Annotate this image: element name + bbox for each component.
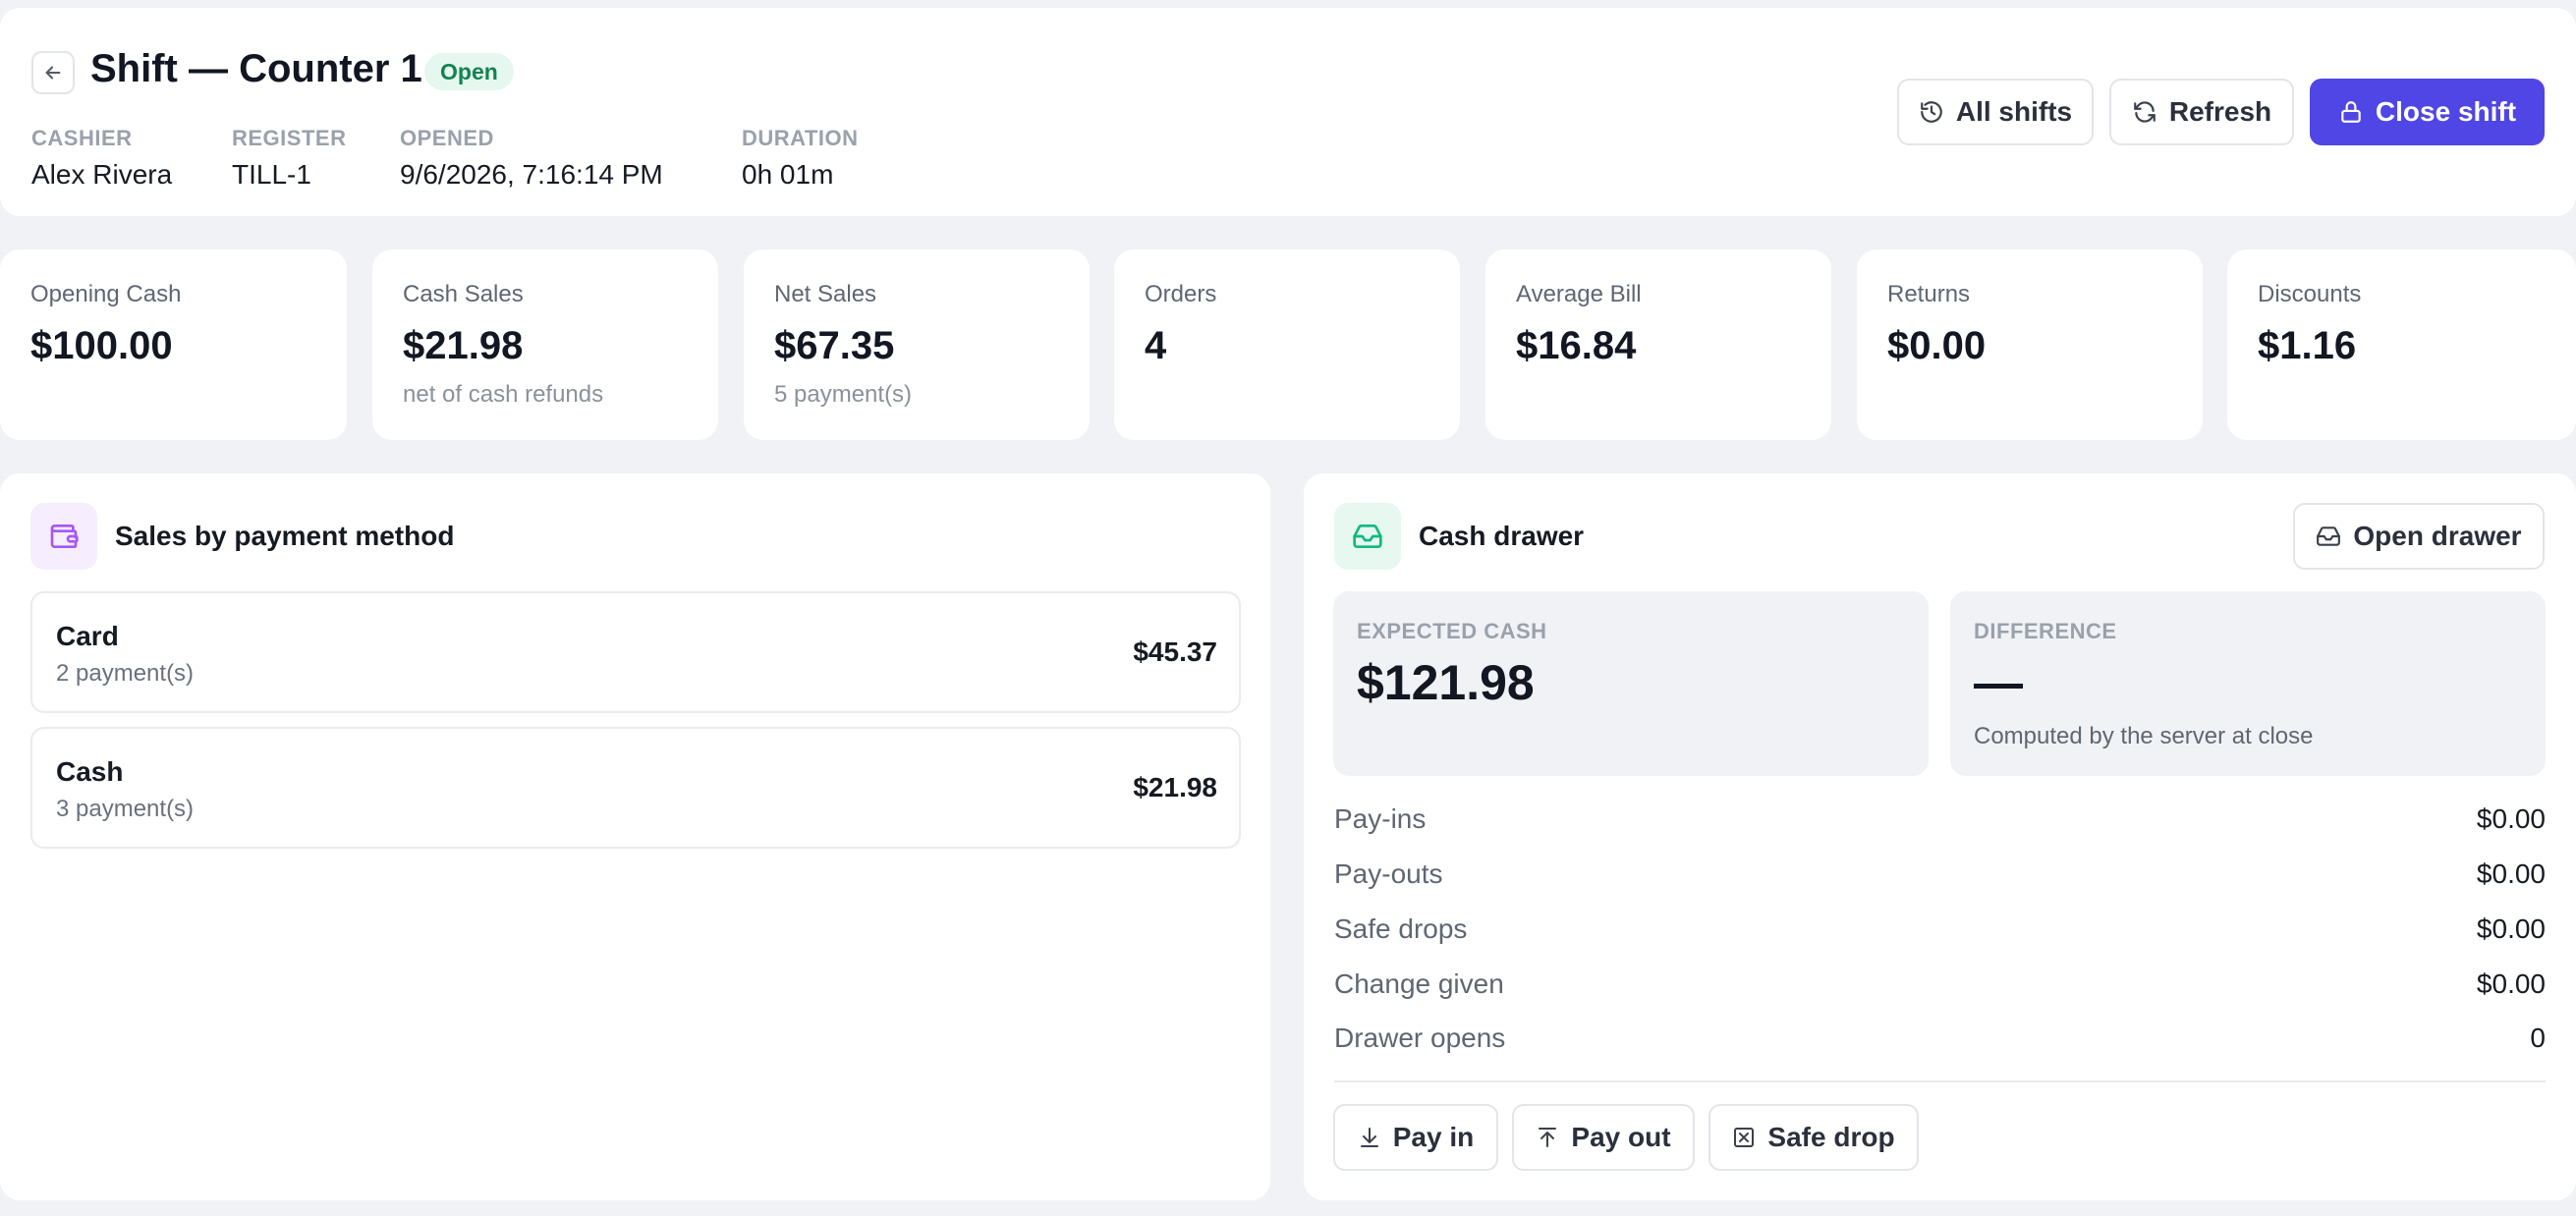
- payments-panel-title: Sales by payment method: [115, 521, 455, 551]
- payments-panel: Sales by payment method Card 2 payment(s…: [0, 473, 1270, 1200]
- stat-card-net-sales: Net Sales $67.35 5 payment(s): [744, 249, 1090, 440]
- stat-label: Discounts: [2258, 281, 2362, 307]
- refresh-button[interactable]: Refresh: [2109, 79, 2294, 145]
- meta-value: Alex Rivera: [31, 159, 173, 190]
- drawer-line-safe-drops: Safe drops $0.00: [1334, 910, 2546, 949]
- close-shift-button[interactable]: Close shift: [2310, 79, 2545, 145]
- payment-method-name: Cash: [56, 756, 124, 787]
- refresh-icon: [2132, 99, 2157, 125]
- pay-out-button[interactable]: Pay out: [1512, 1104, 1695, 1171]
- all-shifts-button[interactable]: All shifts: [1897, 79, 2094, 145]
- stat-label: Cash Sales: [403, 281, 524, 307]
- stat-card-orders: Orders 4: [1114, 249, 1460, 440]
- stat-label: Opening Cash: [30, 281, 182, 307]
- meta-label: CASHIER: [31, 126, 133, 150]
- all-shifts-label: All shifts: [1955, 96, 2073, 127]
- meta-label: REGISTER: [232, 126, 347, 150]
- stat-subtext: 5 payment(s): [774, 381, 913, 408]
- drawer-line-value: $0.00: [2476, 803, 2546, 834]
- stat-label: Net Sales: [774, 281, 877, 307]
- inbox-icon: [2316, 524, 2341, 549]
- meta-register: REGISTER TILL-1: [232, 126, 346, 191]
- difference-note: Computed by the server at close: [1974, 723, 2314, 749]
- upload-icon: [1536, 1126, 1559, 1149]
- drawer-line-value: $0.00: [2476, 913, 2546, 944]
- drawer-line-label: Pay-outs: [1334, 858, 1443, 889]
- expected-cash-box: EXPECTED CASH $121.98: [1333, 591, 1929, 776]
- pay-in-label: Pay in: [1392, 1122, 1475, 1152]
- drawer-line-label: Safe drops: [1334, 913, 1468, 944]
- x-box-icon: [1732, 1126, 1756, 1149]
- stat-label: Orders: [1145, 281, 1217, 307]
- download-icon: [1358, 1126, 1381, 1149]
- payment-method-amount: $21.98: [1133, 772, 1217, 802]
- stat-label: Average Bill: [1516, 281, 1642, 307]
- lock-icon: [2338, 99, 2364, 125]
- meta-duration: DURATION 0h 01m: [742, 126, 858, 191]
- stat-value: $0.00: [1887, 324, 1987, 367]
- pay-out-label: Pay out: [1571, 1122, 1671, 1152]
- expected-cash-label: EXPECTED CASH: [1357, 619, 1547, 643]
- safe-drop-label: Safe drop: [1767, 1122, 1895, 1152]
- stat-value: $67.35: [774, 324, 895, 367]
- back-button[interactable]: [31, 51, 75, 94]
- divider: [1334, 1080, 2546, 1082]
- stat-value: $1.16: [2258, 324, 2357, 367]
- stat-card-average-bill: Average Bill $16.84: [1485, 249, 1831, 440]
- pay-in-button[interactable]: Pay in: [1333, 1104, 1498, 1171]
- meta-value: 9/6/2026, 7:16:14 PM: [400, 159, 663, 190]
- stat-subtext: net of cash refunds: [403, 381, 604, 408]
- wallet-icon: [30, 503, 97, 570]
- drawer-line-change-given: Change given $0.00: [1334, 965, 2546, 1004]
- history-icon: [1919, 99, 1944, 125]
- safe-drop-button[interactable]: Safe drop: [1708, 1104, 1919, 1171]
- payment-method-row: Card 2 payment(s) $45.37: [30, 591, 1241, 713]
- payment-method-name: Card: [56, 621, 119, 651]
- drawer-line-drawer-opens: Drawer opens 0: [1334, 1019, 2546, 1058]
- shift-header: Shift — Counter 1 Open CASHIER Alex Rive…: [0, 8, 2576, 216]
- drawer-line-value: 0: [2530, 1023, 2546, 1053]
- meta-opened: OPENED 9/6/2026, 7:16:14 PM: [400, 126, 663, 191]
- difference-value: —: [1974, 655, 2023, 710]
- drawer-line-value: $0.00: [2476, 968, 2546, 999]
- payment-method-count: 3 payment(s): [56, 796, 195, 822]
- stat-card-cash-sales: Cash Sales $21.98 net of cash refunds: [372, 249, 718, 440]
- close-shift-label: Close shift: [2375, 96, 2517, 127]
- refresh-label: Refresh: [2168, 96, 2272, 127]
- drawer-line-pay-ins: Pay-ins $0.00: [1334, 800, 2546, 839]
- stat-card-discounts: Discounts $1.16: [2227, 249, 2576, 440]
- open-drawer-button[interactable]: Open drawer: [2293, 503, 2545, 570]
- payment-method-count: 2 payment(s): [56, 660, 195, 687]
- drawer-line-label: Drawer opens: [1334, 1023, 1506, 1053]
- drawer-line-label: Pay-ins: [1334, 803, 1427, 834]
- drawer-line-value: $0.00: [2476, 858, 2546, 889]
- drawer-line-pay-outs: Pay-outs $0.00: [1334, 855, 2546, 894]
- stat-value: $21.98: [403, 324, 524, 367]
- stat-value: $100.00: [30, 324, 173, 367]
- stat-card-opening-cash: Opening Cash $100.00: [0, 249, 347, 440]
- meta-cashier: CASHIER Alex Rivera: [31, 126, 172, 191]
- difference-label: DIFFERENCE: [1974, 619, 2117, 643]
- meta-label: DURATION: [742, 126, 859, 150]
- page-title: Shift — Counter 1: [90, 47, 422, 90]
- cash-drawer-panel: Cash drawer Open drawer EXPECTED CASH $1…: [1304, 473, 2576, 1200]
- stat-value: $16.84: [1516, 324, 1637, 367]
- cash-drawer-title: Cash drawer: [1419, 521, 1585, 551]
- expected-cash-value: $121.98: [1357, 655, 1535, 710]
- open-drawer-label: Open drawer: [2353, 521, 2522, 551]
- stat-card-returns: Returns $0.00: [1857, 249, 2203, 440]
- difference-box: DIFFERENCE — Computed by the server at c…: [1950, 591, 2546, 776]
- meta-value: TILL-1: [232, 159, 311, 190]
- payment-method-row: Cash 3 payment(s) $21.98: [30, 727, 1241, 849]
- meta-label: OPENED: [400, 126, 494, 150]
- inbox-icon: [1334, 503, 1401, 570]
- arrow-left-icon: [42, 62, 64, 83]
- stat-value: 4: [1145, 324, 1167, 367]
- status-badge: Open: [424, 53, 514, 90]
- meta-value: 0h 01m: [742, 159, 834, 190]
- stat-label: Returns: [1887, 281, 1971, 307]
- payment-method-amount: $45.37: [1133, 636, 1217, 667]
- drawer-line-label: Change given: [1334, 968, 1504, 999]
